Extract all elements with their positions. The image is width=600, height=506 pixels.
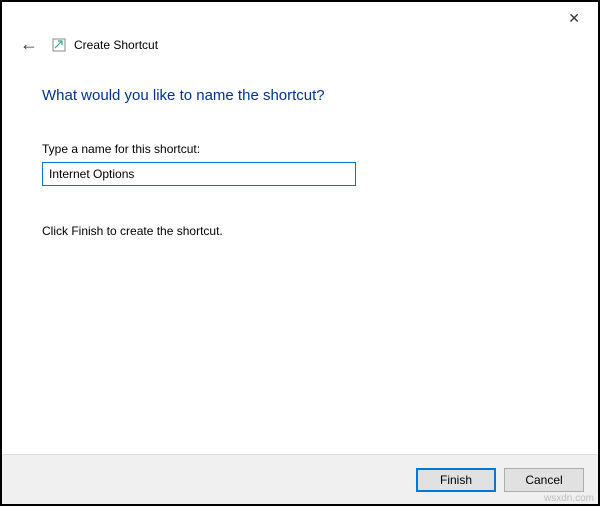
header: ← Create Shortcut bbox=[2, 34, 598, 55]
back-arrow-icon[interactable]: ← bbox=[20, 34, 38, 55]
close-icon[interactable]: ✕ bbox=[564, 6, 584, 31]
cancel-button[interactable]: Cancel bbox=[504, 468, 584, 492]
titlebar: ✕ bbox=[2, 2, 598, 38]
name-field-label: Type a name for this shortcut: bbox=[42, 142, 558, 156]
finish-button[interactable]: Finish bbox=[416, 468, 496, 492]
footer: Finish Cancel bbox=[2, 454, 598, 504]
content-area: What would you like to name the shortcut… bbox=[2, 55, 598, 454]
shortcut-name-input[interactable] bbox=[42, 162, 356, 186]
window-title: Create Shortcut bbox=[74, 38, 158, 52]
instruction-text: Click Finish to create the shortcut. bbox=[42, 224, 558, 238]
wizard-heading: What would you like to name the shortcut… bbox=[42, 87, 558, 104]
shortcut-icon bbox=[52, 38, 66, 52]
